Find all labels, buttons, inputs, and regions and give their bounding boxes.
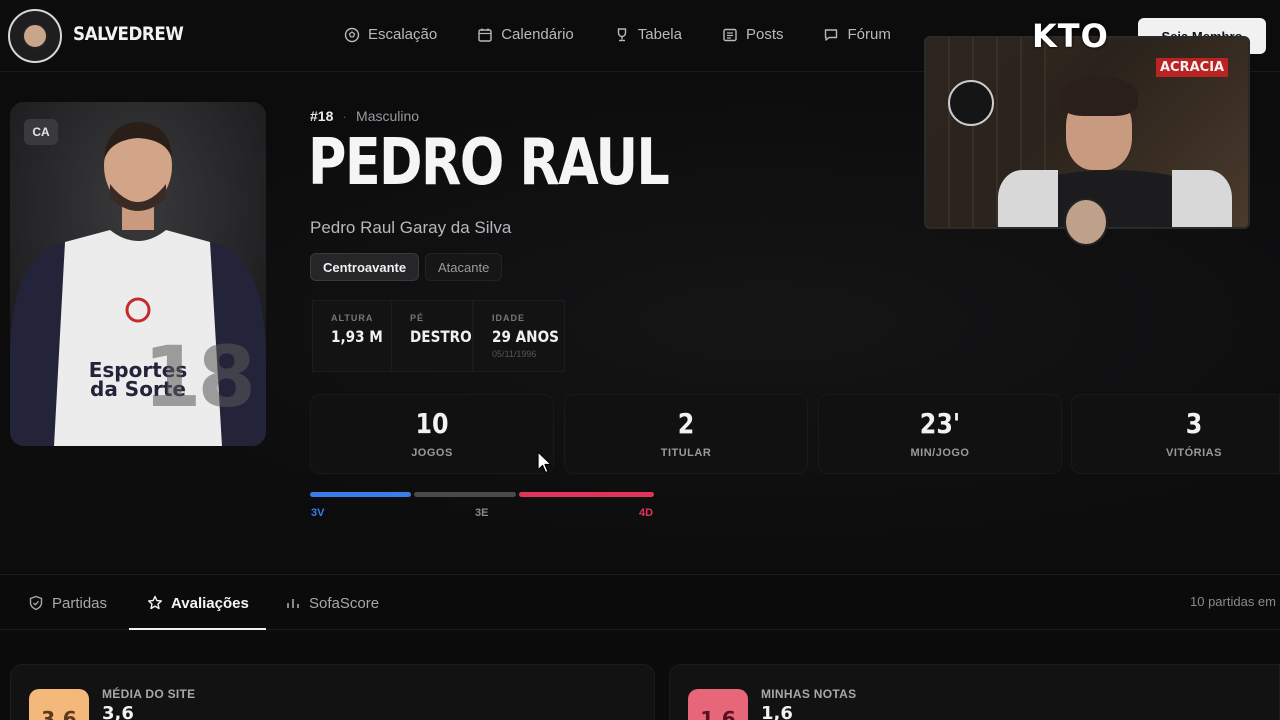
attr-value: 29 ANOS: [492, 327, 559, 346]
profile-tabs: Partidas Avaliações SofaScore 10 partida…: [0, 574, 1280, 630]
player-gender: Masculino: [356, 108, 420, 124]
record-bar-wins: [310, 492, 412, 497]
main-nav: Escalação Calendário Tabela Posts Fórum: [344, 26, 931, 43]
tab-label: Avaliações: [171, 594, 249, 612]
newspaper-icon: [723, 28, 737, 41]
bar-chart-icon: [287, 599, 299, 608]
sponsor-logo-kto: KTO: [1032, 17, 1109, 55]
stat-label: VITÓRIAS: [1166, 447, 1222, 459]
site-logo[interactable]: [8, 9, 62, 63]
rating-title: MÉDIA DO SITE: [102, 687, 196, 701]
attr-birthdate: 05/11/1996: [492, 349, 537, 359]
nav-label: Tabela: [637, 26, 682, 43]
stat-value: 2: [677, 407, 695, 440]
nav-label: Fórum: [847, 26, 891, 43]
tab-label: Partidas: [52, 594, 108, 612]
stat-card-games: 10 JOGOS: [310, 394, 554, 474]
attr-value: DESTRO: [410, 327, 472, 346]
position-badge: CA: [24, 119, 58, 145]
stat-label: MIN/JOGO: [910, 447, 970, 459]
stat-card-wins: 3 VITÓRIAS: [1071, 394, 1280, 474]
active-tab-indicator: [129, 628, 266, 630]
player-meta: #18 · Masculino: [310, 108, 419, 124]
record-draws-label: 3E: [475, 507, 489, 519]
webcam-person-sleeve: [1172, 170, 1232, 227]
nav-item-posts[interactable]: Posts: [722, 26, 784, 43]
position-tag-secondary[interactable]: Atacante: [425, 253, 503, 281]
webcam-person-sleeve: [998, 170, 1058, 227]
webcam-sign: ACRACIA: [1156, 58, 1229, 77]
attr-foot: PÉ DESTRO: [391, 300, 473, 372]
attr-label: PÉ: [410, 313, 425, 323]
nav-item-calendario[interactable]: Calendário: [477, 26, 574, 43]
stat-card-starter: 2 TITULAR: [564, 394, 808, 474]
nav-item-tabela[interactable]: Tabela: [614, 26, 682, 43]
tab-avaliacoes[interactable]: Avaliações: [147, 575, 249, 631]
player-photo-card: Esportes da Sorte CA 18: [10, 102, 266, 446]
player-name: PEDRO RAUL: [308, 126, 670, 200]
rating-value: 3,6: [102, 703, 134, 720]
nav-item-forum[interactable]: Fórum: [823, 26, 891, 43]
stat-value: 3: [1185, 407, 1203, 440]
attr-height: ALTURA 1,93 M: [312, 300, 392, 372]
brand-name[interactable]: SALVEDREW: [73, 23, 184, 45]
stat-label: TITULAR: [660, 447, 712, 459]
player-full-name: Pedro Raul Garay da Silva: [310, 218, 512, 237]
chat-icon: [825, 28, 838, 41]
tab-label: SofaScore: [309, 594, 380, 612]
soccer-ball-icon: [344, 27, 360, 42]
matches-count-text: 10 partidas em: [1190, 594, 1276, 609]
record-wins-label: 3V: [311, 507, 325, 519]
site-average-badge: 3,6: [29, 689, 89, 720]
stat-label: JOGOS: [411, 447, 453, 459]
rating-title: MINHAS NOTAS: [761, 687, 857, 701]
webcam-wall-logo: [948, 80, 994, 126]
stat-card-minutes: 23' MIN/JOGO: [818, 394, 1062, 474]
tab-partidas[interactable]: Partidas: [28, 575, 107, 631]
nav-label: Escalação: [368, 26, 438, 43]
logo-face-icon: [22, 23, 48, 49]
nav-item-escalacao[interactable]: Escalação: [344, 26, 437, 43]
nav-label: Posts: [745, 26, 784, 43]
calendar-icon: [478, 28, 492, 42]
nav-label: Calendário: [501, 26, 574, 43]
attr-age: IDADE 29 ANOS 05/11/1996: [473, 300, 565, 372]
mouse-cursor-icon: [537, 451, 552, 474]
my-ratings-badge: 1,6: [688, 689, 748, 720]
shield-icon: [29, 595, 43, 611]
stat-value: 23': [919, 407, 961, 440]
stat-value: 10: [415, 407, 449, 440]
my-ratings-card: 1,6 MINHAS NOTAS 1,6: [669, 664, 1280, 720]
trophy-icon: [617, 27, 626, 41]
player-number: #18: [310, 108, 334, 124]
attr-value: 1,93 M: [331, 327, 383, 346]
record-bar-draws: [414, 492, 516, 497]
shirt-number-watermark: 18: [143, 328, 256, 426]
rating-value: 1,6: [761, 703, 793, 720]
record-losses-label: 4D: [639, 507, 654, 519]
star-icon: [148, 595, 162, 610]
streamer-avatar-icon: [1064, 198, 1108, 246]
attr-label: IDADE: [492, 313, 526, 323]
tab-sofascore[interactable]: SofaScore: [285, 575, 379, 631]
webcam-person-hair: [1060, 76, 1138, 116]
position-tag-primary[interactable]: Centroavante: [310, 253, 420, 281]
separator-dot: ·: [342, 108, 348, 124]
attr-label: ALTURA: [331, 313, 374, 323]
record-bar-losses: [518, 492, 654, 497]
site-average-card: 3,6 MÉDIA DO SITE 3,6: [10, 664, 655, 720]
